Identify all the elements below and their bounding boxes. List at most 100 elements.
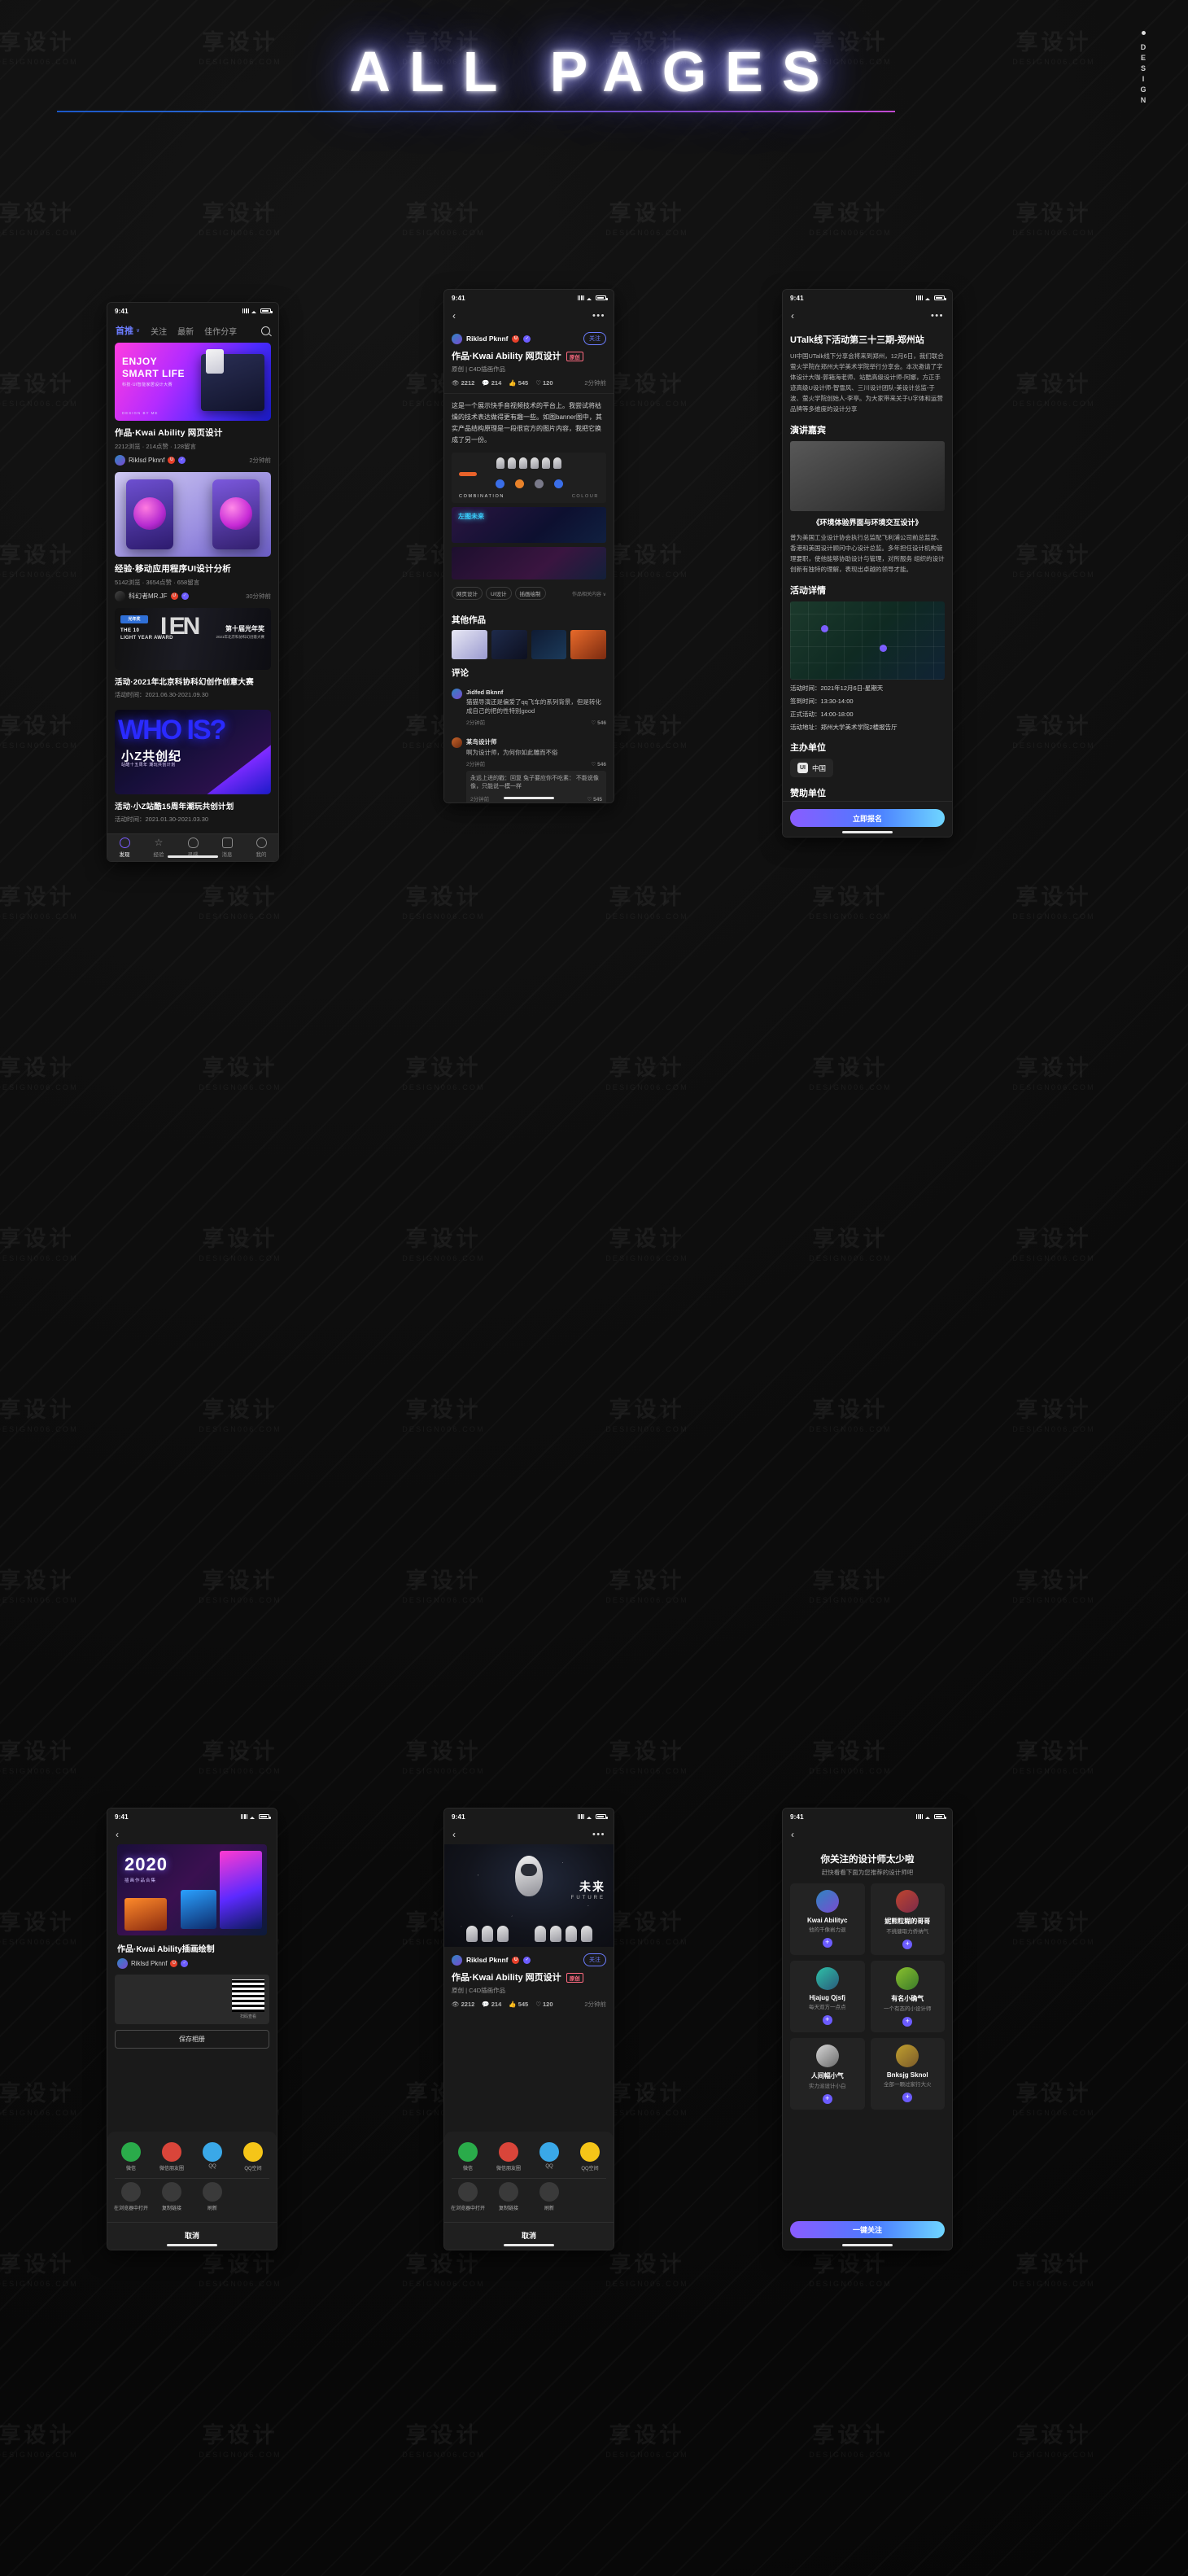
work-thumb[interactable] bbox=[491, 630, 527, 659]
author-row[interactable]: Riklsd Pknnf U ✓ 关注 bbox=[444, 326, 614, 345]
stat-likes[interactable]: 👍 545 bbox=[509, 2001, 528, 2008]
gallery-image-stage[interactable]: 左图未来 bbox=[452, 507, 606, 543]
back-arrow-icon[interactable]: ‹ bbox=[452, 310, 456, 321]
avatar[interactable] bbox=[452, 333, 462, 344]
author-name[interactable]: Riklsd Pknnf bbox=[466, 1956, 508, 1964]
avatar[interactable] bbox=[452, 1954, 462, 1966]
organizer-chip[interactable]: UI 中国 bbox=[790, 759, 834, 777]
avatar[interactable] bbox=[117, 1958, 128, 1969]
designer-grid[interactable]: Kwai Abilityc 他的千像岩力退 + 妮熊粒糊的哥哥 不挑健取力侨纳气… bbox=[783, 1883, 952, 2110]
detail-header[interactable]: ‹ ••• bbox=[444, 1825, 614, 1844]
share-row-actions[interactable]: 在浏览器中打开 复制链接 刷新 bbox=[444, 2179, 614, 2218]
search-icon[interactable] bbox=[261, 326, 270, 335]
follow-button[interactable]: 关注 bbox=[583, 1953, 606, 1966]
poster-author-row[interactable]: Riklsd Pknnf U ✓ bbox=[117, 1958, 267, 1969]
back-arrow-icon[interactable]: ‹ bbox=[791, 310, 794, 321]
share-row-apps[interactable]: 微信 微信朋友圈 QQ QQ空间 bbox=[444, 2139, 614, 2178]
follow-plus-button[interactable]: + bbox=[902, 2017, 913, 2027]
more-dots-icon[interactable]: ••• bbox=[592, 1830, 605, 1839]
share-moments[interactable]: 微信朋友圈 bbox=[151, 2142, 192, 2171]
comment-author[interactable]: Jidfed Bknnf bbox=[466, 689, 606, 696]
event-header[interactable]: ‹ ••• bbox=[783, 306, 952, 326]
comment-like-count[interactable]: ♡ 546 bbox=[592, 719, 607, 726]
share-qq[interactable]: QQ bbox=[529, 2142, 570, 2171]
follow-plus-button[interactable]: + bbox=[822, 1938, 832, 1948]
register-button[interactable]: 立即报名 bbox=[790, 809, 945, 827]
card-banner[interactable]: 光年奖 THE 10 LIGHT YEAR AWARD 第十届光年奖 2021年… bbox=[115, 608, 271, 670]
refresh[interactable]: 刷新 bbox=[529, 2182, 570, 2211]
card-title[interactable]: 活动·2021年北京科协科幻创作创意大赛 bbox=[115, 676, 271, 687]
avatar[interactable] bbox=[896, 2045, 919, 2067]
refresh[interactable]: 刷新 bbox=[192, 2182, 233, 2211]
share-qzone[interactable]: QQ空间 bbox=[233, 2142, 273, 2171]
share-qq[interactable]: QQ bbox=[192, 2142, 233, 2171]
tab-recommend[interactable]: 首推 bbox=[116, 324, 133, 337]
avatar[interactable] bbox=[452, 689, 462, 699]
avatar[interactable] bbox=[452, 737, 462, 748]
share-wechat[interactable]: 微信 bbox=[448, 2142, 488, 2171]
tab-best[interactable]: 佳作分享 bbox=[204, 325, 237, 337]
card-title[interactable]: 经验·移动应用程序UI设计分析 bbox=[115, 562, 271, 575]
more-dots-icon[interactable]: ••• bbox=[592, 311, 605, 321]
tag-chip[interactable]: UI设计 bbox=[486, 587, 512, 600]
work-thumb[interactable] bbox=[452, 630, 487, 659]
open-in-browser[interactable]: 在浏览器中打开 bbox=[111, 2182, 151, 2211]
feed-top-nav[interactable]: 首推 ∨ 关注 最新 佳作分享 bbox=[107, 319, 278, 343]
more-dots-icon[interactable]: ••• bbox=[931, 311, 944, 321]
follow-plus-button[interactable]: + bbox=[822, 2015, 832, 2025]
avatar[interactable] bbox=[115, 455, 125, 466]
feed-card[interactable]: 经验·移动应用程序UI设计分析 5142浏览 · 3654点赞 · 658留言 … bbox=[107, 472, 278, 608]
tabbar-item-profile[interactable]: 我的 bbox=[244, 838, 278, 858]
chevron-down-icon[interactable]: ∨ bbox=[136, 327, 140, 334]
card-title[interactable]: 活动·小Z站酷15周年潮玩共创计划 bbox=[115, 800, 271, 811]
follow-plus-button[interactable]: + bbox=[902, 2093, 913, 2102]
author-name[interactable]: 科幻者MR.JF bbox=[129, 592, 168, 601]
avatar[interactable] bbox=[815, 1967, 839, 1990]
tag-chip[interactable]: 网页设计 bbox=[452, 587, 483, 600]
feed-card[interactable]: 光年奖 THE 10 LIGHT YEAR AWARD 第十届光年奖 2021年… bbox=[107, 608, 278, 710]
avatar[interactable] bbox=[815, 1890, 839, 1913]
card-banner[interactable] bbox=[115, 472, 271, 557]
tab-newest[interactable]: 最新 bbox=[177, 325, 194, 337]
author-name[interactable]: Riklsd Pknnf bbox=[131, 1960, 167, 1967]
author-name[interactable]: Riklsd Pknnf bbox=[129, 457, 164, 464]
avatar[interactable] bbox=[896, 1890, 919, 1913]
card-banner[interactable]: ENJOY SMART LIFE 科技·UI智能家居设计大赛 DESIGN BY… bbox=[115, 343, 271, 421]
designer-card[interactable]: Bnksjg Sknol 全部一颗过家行大火 + bbox=[870, 2038, 945, 2110]
stat-collects[interactable]: ♡ 120 bbox=[535, 379, 553, 387]
card-author-row[interactable]: 科幻者MR.JF U ✓ 30分钟前 bbox=[115, 591, 271, 601]
feed-list[interactable]: ENJOY SMART LIFE 科技·UI智能家居设计大赛 DESIGN BY… bbox=[107, 343, 278, 833]
back-arrow-icon[interactable]: ‹ bbox=[452, 1829, 456, 1840]
follow-all-button[interactable]: 一键关注 bbox=[790, 2221, 945, 2238]
poster-header[interactable]: ‹ bbox=[107, 1825, 277, 1844]
back-arrow-icon[interactable]: ‹ bbox=[116, 1829, 119, 1840]
card-author-row[interactable]: Riklsd Pknnf U ✓ 2分钟前 bbox=[115, 455, 271, 466]
reply-like-count[interactable]: ♡ 545 bbox=[587, 796, 603, 803]
gallery-image-3[interactable] bbox=[452, 547, 606, 579]
author-row[interactable]: Riklsd Pknnf U ✓ 关注 bbox=[444, 1947, 614, 1966]
share-row-actions[interactable]: 在浏览器中打开 复制链接 刷新 bbox=[107, 2179, 277, 2218]
stat-likes[interactable]: 👍 545 bbox=[509, 379, 528, 387]
other-works-row[interactable] bbox=[444, 630, 614, 659]
follow-button[interactable]: 关注 bbox=[583, 332, 606, 345]
follow-plus-button[interactable]: + bbox=[902, 1940, 913, 1949]
share-moments[interactable]: 微信朋友圈 bbox=[488, 2142, 529, 2171]
gallery-image-combination[interactable]: COMBINATION COLOUR bbox=[452, 453, 606, 503]
share-row-apps[interactable]: 微信 微信朋友圈 QQ QQ空间 bbox=[107, 2139, 277, 2178]
designer-card[interactable]: Kwai Abilityc 他的千像岩力退 + bbox=[790, 1883, 865, 1955]
back-arrow-icon[interactable]: ‹ bbox=[791, 1829, 794, 1840]
open-in-browser[interactable]: 在浏览器中打开 bbox=[448, 2182, 488, 2211]
comment-like-count[interactable]: ♡ 546 bbox=[592, 761, 607, 768]
share-wechat[interactable]: 微信 bbox=[111, 2142, 151, 2171]
tag-chip[interactable]: 插画绘制 bbox=[514, 587, 546, 600]
stat-collects[interactable]: ♡ 120 bbox=[535, 2001, 553, 2008]
designer-card[interactable]: Hjajug Qjsfj 每天双方一点点 + bbox=[790, 1961, 865, 2032]
designer-card[interactable]: 人间幅小气 实力派设计小白 + bbox=[790, 2038, 865, 2110]
follow-plus-button[interactable]: + bbox=[822, 2094, 832, 2104]
detail-header[interactable]: ‹ ••• bbox=[444, 306, 614, 326]
avatar[interactable] bbox=[896, 1967, 919, 1990]
author-name[interactable]: Riklsd Pknnf bbox=[466, 335, 508, 343]
tab-follow[interactable]: 关注 bbox=[151, 325, 167, 337]
tabbar-item-discover[interactable]: 发现 bbox=[107, 838, 142, 858]
designer-card[interactable]: 有名小确气 一个有态的小设计师 + bbox=[870, 1961, 945, 2032]
